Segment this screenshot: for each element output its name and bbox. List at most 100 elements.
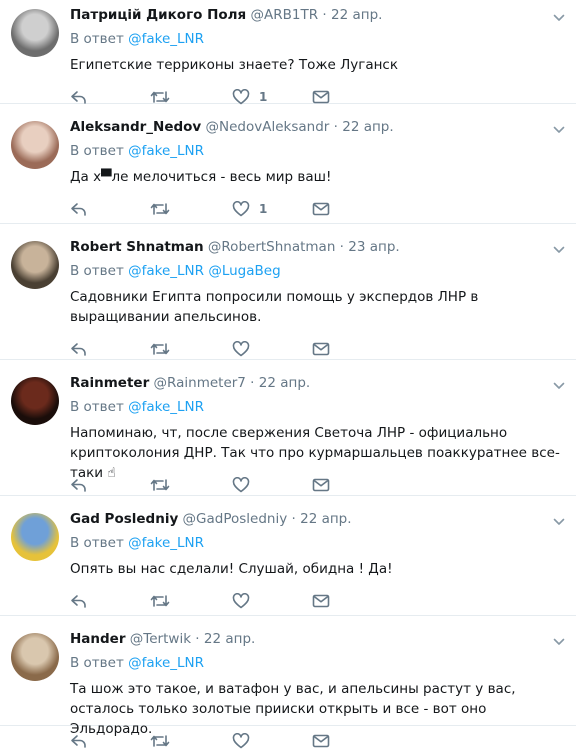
timestamp[interactable]: 22 апр. <box>300 511 351 527</box>
reply-button[interactable] <box>70 339 88 359</box>
retweet-button[interactable] <box>150 591 170 611</box>
author-name[interactable]: Gad Posledniy <box>70 511 178 527</box>
reply-icon <box>70 201 88 217</box>
reply-context: В ответ @fake_LNR @LugaBeg <box>70 263 281 279</box>
tweet[interactable]: Rainmeter @Rainmeter7 · 22 апр. В ответ @… <box>0 360 576 496</box>
dm-icon <box>312 89 330 105</box>
mention-link[interactable]: @fake_LNR <box>128 535 204 551</box>
like-icon <box>232 89 250 105</box>
retweet-button[interactable] <box>150 731 170 751</box>
tweet-text: Напоминаю, чт, после свержения Светоча Л… <box>70 425 560 481</box>
separator-dot: · <box>287 511 301 527</box>
separator-dot: · <box>318 7 331 23</box>
reply-icon <box>70 593 88 609</box>
like-icon <box>232 733 250 749</box>
retweet-button[interactable] <box>150 339 170 359</box>
avatar[interactable] <box>11 513 59 561</box>
chevron-down-icon[interactable] <box>552 10 566 24</box>
like-count: 1 <box>259 202 268 216</box>
like-icon <box>232 477 250 493</box>
retweet-button[interactable] <box>150 475 170 495</box>
retweet-icon <box>150 89 170 105</box>
tweet[interactable]: Патрицій Дикого Поля @ARB1TR · 22 апр. В … <box>0 0 576 105</box>
timestamp[interactable]: 22 апр. <box>259 375 310 391</box>
reply-icon <box>70 477 88 493</box>
like-button[interactable] <box>232 475 250 495</box>
author-name[interactable]: Патрицій Дикого Поля <box>70 7 246 23</box>
tweet-text: Египетские терриконы знаете? Тоже Луганс… <box>70 57 398 73</box>
mention-link[interactable]: @LugaBeg <box>208 263 280 279</box>
tweet-header: Патрицій Дикого Поля @ARB1TR · 22 апр. <box>70 7 546 23</box>
chevron-down-icon[interactable] <box>552 634 566 648</box>
chevron-down-icon[interactable] <box>552 378 566 392</box>
dm-button[interactable] <box>312 199 330 219</box>
mention-link[interactable]: @fake_LNR <box>128 31 204 47</box>
tweet-header: Aleksandr_Nedov @NedovAleksandr · 22 апр… <box>70 119 546 135</box>
author-handle[interactable]: @Rainmeter7 <box>154 375 246 391</box>
dm-button[interactable] <box>312 339 330 359</box>
mention-link[interactable]: @fake_LNR <box>128 655 204 671</box>
dm-button[interactable] <box>312 731 330 751</box>
like-icon <box>232 201 250 217</box>
mention-link[interactable]: @fake_LNR <box>128 399 204 415</box>
avatar[interactable] <box>11 241 59 289</box>
reply-prefix: В ответ <box>70 535 124 551</box>
timestamp[interactable]: 22 апр. <box>342 119 393 135</box>
like-icon <box>232 341 250 357</box>
timestamp[interactable]: 22 апр. <box>331 7 382 23</box>
retweet-icon <box>150 341 170 357</box>
avatar[interactable] <box>11 9 59 57</box>
reply-prefix: В ответ <box>70 399 124 415</box>
reply-context: В ответ @fake_LNR <box>70 31 204 47</box>
tweet[interactable]: Hander @Tertwik · 22 апр. В ответ @fake_L… <box>0 616 576 749</box>
author-name[interactable]: Rainmeter <box>70 375 149 391</box>
avatar[interactable] <box>11 121 59 169</box>
reply-icon <box>70 733 88 749</box>
dm-button[interactable] <box>312 475 330 495</box>
tweet-text: Да х▀ле мелочиться - весь мир ваш! <box>70 169 332 185</box>
tweet[interactable]: Aleksandr_Nedov @NedovAleksandr · 22 апр… <box>0 104 576 224</box>
retweet-icon <box>150 477 170 493</box>
dm-icon <box>312 733 330 749</box>
tweet-actions <box>70 339 340 359</box>
chevron-down-icon[interactable] <box>552 122 566 136</box>
reply-button[interactable] <box>70 591 88 611</box>
like-button[interactable]: 1 <box>232 199 267 219</box>
reply-button[interactable] <box>70 475 88 495</box>
tweet-header: Rainmeter @Rainmeter7 · 22 апр. <box>70 375 546 391</box>
reply-context: В ответ @fake_LNR <box>70 399 204 415</box>
like-button[interactable] <box>232 339 250 359</box>
mention-link[interactable]: @fake_LNR <box>128 143 204 159</box>
like-button[interactable] <box>232 731 250 751</box>
tweet-actions: 1 <box>70 199 340 219</box>
tweet[interactable]: Robert Shnatman @RobertShnatman · 23 апр… <box>0 224 576 360</box>
reply-context: В ответ @fake_LNR <box>70 143 204 159</box>
dm-button[interactable] <box>312 591 330 611</box>
tweet-actions <box>70 475 340 495</box>
author-name[interactable]: Robert Shnatman <box>70 239 204 255</box>
mention-link[interactable]: @fake_LNR <box>128 263 204 279</box>
author-handle[interactable]: @ARB1TR <box>251 7 319 23</box>
reply-prefix: В ответ <box>70 263 124 279</box>
author-handle[interactable]: @NedovAleksandr <box>206 119 330 135</box>
tweet-text: Та шож это такое, и ватафон у вас, и апе… <box>70 681 516 737</box>
reply-button[interactable] <box>70 731 88 751</box>
avatar[interactable] <box>11 633 59 681</box>
chevron-down-icon[interactable] <box>552 242 566 256</box>
tweet[interactable]: Gad Posledniy @GadPosledniy · 22 апр. В о… <box>0 496 576 616</box>
reply-prefix: В ответ <box>70 31 124 47</box>
author-handle[interactable]: @RobertShnatman <box>208 239 335 255</box>
author-handle[interactable]: @GadPosledniy <box>183 511 288 527</box>
timestamp[interactable]: 22 апр. <box>204 631 255 647</box>
author-name[interactable]: Aleksandr_Nedov <box>70 119 201 135</box>
like-button[interactable] <box>232 591 250 611</box>
author-name[interactable]: Hander <box>70 631 126 647</box>
reply-icon <box>70 341 88 357</box>
chevron-down-icon[interactable] <box>552 514 566 528</box>
retweet-button[interactable] <box>150 199 170 219</box>
reply-prefix: В ответ <box>70 655 124 671</box>
timestamp[interactable]: 23 апр. <box>348 239 399 255</box>
author-handle[interactable]: @Tertwik <box>130 631 191 647</box>
avatar[interactable] <box>11 377 59 425</box>
reply-button[interactable] <box>70 199 88 219</box>
